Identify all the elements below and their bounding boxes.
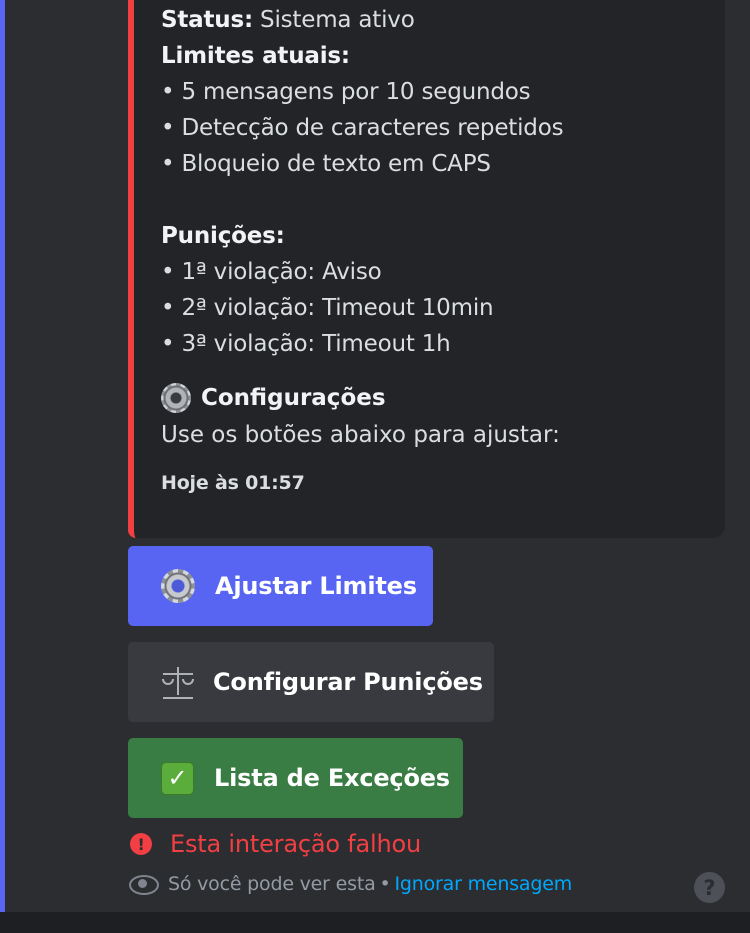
punishment-item: • 2ª violação: Timeout 10min xyxy=(161,295,494,321)
status-label: Status: xyxy=(161,7,253,33)
limit-item: • Bloqueio de texto em CAPS xyxy=(161,151,491,177)
punishment-item: • 1ª violação: Aviso xyxy=(161,259,382,285)
status-line: Status: Sistema ativo xyxy=(161,2,705,38)
embed-timestamp: Hoje às 01:57 xyxy=(161,472,305,494)
limit-item: • Detecção de caracteres repetidos xyxy=(161,115,564,141)
error-text: Esta interação falhou xyxy=(170,830,421,858)
punishments-title: Punições: xyxy=(161,223,285,249)
config-heading: Configurações xyxy=(161,380,705,416)
scales-icon xyxy=(161,665,195,699)
exceptions-list-button[interactable]: ✓ Lista de Exceções xyxy=(128,738,463,818)
notice-separator: • xyxy=(379,873,391,895)
error-circle-icon: ! xyxy=(130,833,152,855)
ephemeral-notice: Só você pode ver esta • Ignorar mensagem xyxy=(128,873,572,895)
exceptions-list-label: Lista de Exceções xyxy=(214,764,450,792)
gear-icon xyxy=(161,569,195,603)
limits-title: Limites atuais: xyxy=(161,43,350,69)
adjust-limits-label: Ajustar Limites xyxy=(215,572,417,600)
limit-item: • 5 mensagens por 10 segundos xyxy=(161,79,531,105)
interaction-failed-message: ! Esta interação falhou xyxy=(128,830,421,858)
configure-punishments-label: Configurar Punições xyxy=(213,668,483,696)
bot-embed: Status: Sistema ativo Limites atuais: • … xyxy=(128,0,725,538)
adjust-limits-button[interactable]: Ajustar Limites xyxy=(128,546,433,626)
ephemeral-text: Só você pode ver esta xyxy=(168,873,376,895)
config-text: Use os botões abaixo para ajustar: xyxy=(161,422,560,448)
mention-highlight-bar xyxy=(0,0,5,912)
gear-icon xyxy=(161,383,191,413)
config-title: Configurações xyxy=(201,385,386,411)
eye-icon xyxy=(128,874,159,895)
check-mark-icon: ✓ xyxy=(161,761,194,795)
help-icon[interactable]: ? xyxy=(694,872,725,903)
punishment-item: • 3ª violação: Timeout 1h xyxy=(161,331,451,357)
status-value: Sistema ativo xyxy=(252,7,415,33)
bottom-strip xyxy=(0,912,750,933)
dismiss-message-link[interactable]: Ignorar mensagem xyxy=(395,873,573,895)
configure-punishments-button[interactable]: Configurar Punições xyxy=(128,642,494,722)
